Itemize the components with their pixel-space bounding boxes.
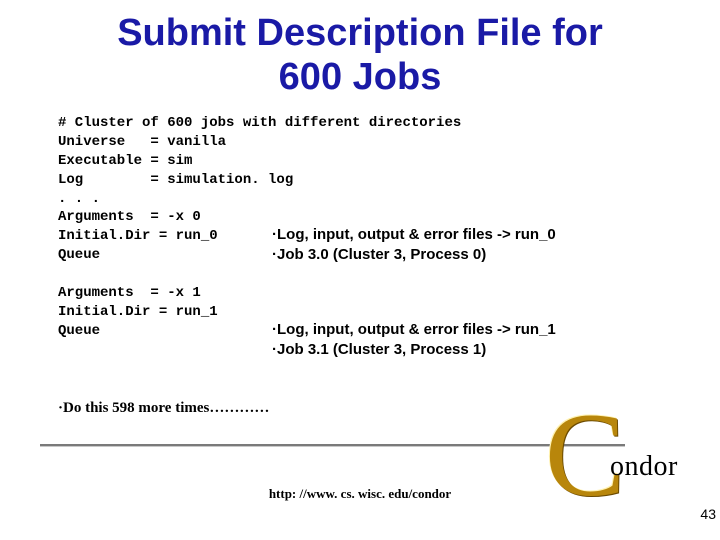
annotation-run1: ·Log, input, output & error files -> run…: [272, 320, 700, 359]
annotation-run1-line1: ·Log, input, output & error files -> run…: [272, 320, 700, 340]
annotation-run0-line1: ·Log, input, output & error files -> run…: [272, 225, 700, 245]
page-number: 43: [700, 506, 716, 522]
closing-note: ·Do this 598 more times…………: [58, 400, 269, 417]
annotation-run0-line2: ·Job 3.0 (Cluster 3, Process 0): [272, 245, 700, 265]
title-text: Submit Description File for 600 Jobs: [117, 12, 603, 98]
slide-title: Submit Description File for 600 Jobs: [0, 12, 720, 99]
horizontal-rule: [40, 444, 625, 447]
logo-text-ondor: ondor: [610, 451, 678, 483]
annotation-run1-line2: ·Job 3.1 (Cluster 3, Process 1): [272, 340, 700, 360]
footer-url: http: //www. cs. wisc. edu/condor: [0, 486, 720, 502]
slide: Submit Description File for 600 Jobs # C…: [0, 0, 720, 540]
annotation-run0: ·Log, input, output & error files -> run…: [272, 225, 700, 264]
